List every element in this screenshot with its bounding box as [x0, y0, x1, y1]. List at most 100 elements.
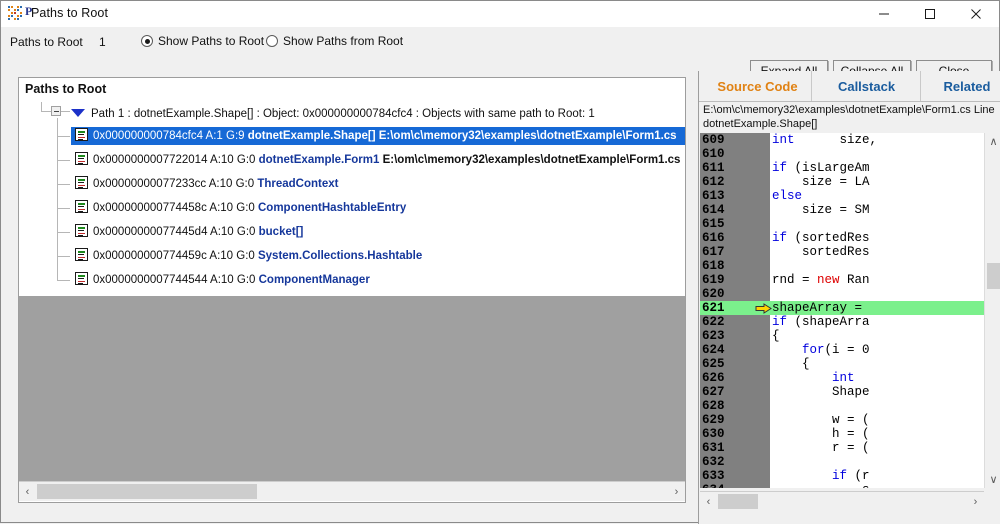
- tree-item-address: 0x0000000007744544 A:10 G:0: [93, 274, 259, 286]
- tree-item-address: 0x0000000007722014 A:10 G:0: [93, 154, 259, 166]
- tree-root-row[interactable]: Path 1 : dotnetExample.Shape[] : Object:…: [71, 105, 595, 123]
- code-line-number: 631: [702, 441, 725, 455]
- code-line: {: [772, 357, 810, 371]
- tree-item[interactable]: 0x000000000774459c A:10 G:0 System.Colle…: [71, 247, 422, 265]
- object-node-icon: [75, 224, 88, 238]
- execution-arrow-icon: [755, 303, 773, 314]
- code-line-number: 619: [702, 273, 725, 287]
- code-line-number: 617: [702, 245, 725, 259]
- tree-item-type: ComponentManager: [258, 274, 370, 286]
- tab-related[interactable]: Related: [922, 71, 1000, 101]
- tree-connector: [57, 208, 70, 209]
- object-node-icon: [75, 272, 88, 286]
- window-controls: [861, 1, 999, 27]
- code-line-number: 612: [702, 175, 725, 189]
- tree-item[interactable]: 0x0000000007722014 A:10 G:0 dotnetExampl…: [71, 151, 680, 169]
- details-panel: Source Code Callstack Related E:\om\c\me…: [698, 71, 1000, 524]
- tree-item-address: 0x000000000774458c A:10 G:0: [93, 202, 258, 214]
- tab-callstack[interactable]: Callstack: [813, 71, 921, 101]
- object-node-icon: [75, 176, 88, 190]
- details-bottom-strip: [699, 511, 1000, 524]
- code-line-number: 629: [702, 413, 725, 427]
- tree-connector: [57, 136, 70, 137]
- toolbar: Paths to Root 1 Show Paths to Root Show …: [1, 27, 999, 82]
- close-icon[interactable]: [953, 1, 999, 27]
- tree-item[interactable]: 0x000000000784cfc4 A:1 G:9 dotnetExample…: [71, 127, 685, 145]
- paths-tree-panel: Paths to Root Path 1 : dotnetExample.Sha…: [18, 77, 686, 503]
- code-line: size = SM: [772, 203, 870, 217]
- tree-view[interactable]: Path 1 : dotnetExample.Shape[] : Object:…: [19, 100, 685, 481]
- tree-item-type: bucket[]: [258, 226, 304, 238]
- minimize-icon[interactable]: [861, 1, 907, 27]
- source-file-path: E:\om\c\memory32\examples\dotnetExample\…: [703, 103, 999, 131]
- code-line-number: 630: [702, 427, 725, 441]
- code-line: if (isLargeAm: [772, 161, 870, 175]
- code-line-number: 621: [702, 301, 725, 315]
- code-line: h = (: [772, 427, 870, 441]
- object-node-icon: [75, 248, 88, 262]
- code-line: if (sortedRes: [772, 231, 870, 245]
- tree-hscrollbar[interactable]: ‹ ›: [19, 481, 685, 501]
- title-bar: P Paths to Root: [1, 1, 999, 28]
- code-line: if (shapeArra: [772, 315, 870, 329]
- code-line-number: 632: [702, 455, 725, 469]
- code-line-number: 615: [702, 217, 725, 231]
- code-line-number: 624: [702, 343, 725, 357]
- tree-item-address: 0x000000000784cfc4 A:1 G:9: [93, 130, 248, 142]
- code-scroll-down-icon[interactable]: ∨: [985, 471, 1000, 488]
- code-line: {: [772, 329, 780, 343]
- code-hscrollbar[interactable]: ‹ ›: [700, 491, 984, 511]
- tree-item-address: 0x00000000077445d4 A:10 G:0: [93, 226, 259, 238]
- code-line: Shape: [772, 385, 870, 399]
- code-hscroll-thumb[interactable]: [718, 494, 758, 509]
- tree-item-source-path: E:\om\c\memory32\examples\dotnetExample\…: [375, 130, 677, 142]
- source-file-type: dotnetExample.Shape[]: [703, 118, 818, 130]
- code-line-number: 628: [702, 399, 725, 413]
- tree-item[interactable]: 0x00000000077445d4 A:10 G:0 bucket[]: [71, 223, 303, 241]
- code-line-number: 616: [702, 231, 725, 245]
- tree-item[interactable]: 0x0000000007744544 A:10 G:0 ComponentMan…: [71, 271, 370, 289]
- tree-item-address: 0x000000000774459c A:10 G:0: [93, 250, 258, 262]
- code-line-number: 614: [702, 203, 725, 217]
- tree-item-type: ThreadContext: [257, 178, 339, 190]
- code-line: w = (: [772, 413, 870, 427]
- tree-root-label: Path 1 : dotnetExample.Shape[] : Object:…: [91, 108, 595, 120]
- code-vscroll-thumb[interactable]: [987, 263, 1000, 289]
- object-node-icon: [75, 200, 88, 214]
- chevron-down-icon[interactable]: [71, 108, 85, 117]
- code-hscroll-right-icon[interactable]: ›: [967, 492, 984, 511]
- object-node-icon: [75, 128, 88, 142]
- source-code-view[interactable]: 609 int size, 610 611 if (isLargeAm 612 size …: [700, 133, 984, 488]
- code-vscrollbar[interactable]: ∧ ∨: [984, 133, 1000, 488]
- radio-show-paths-from-root[interactable]: Show Paths from Root: [266, 34, 403, 48]
- code-line-number: 620: [702, 287, 725, 301]
- code-hscroll-left-icon[interactable]: ‹: [700, 492, 717, 511]
- code-line-number: 623: [702, 329, 725, 343]
- tree-empty-area: [19, 296, 685, 481]
- code-line: rnd = new Ran: [772, 273, 870, 287]
- tree-expander-box[interactable]: [51, 106, 61, 116]
- paths-count: 1: [99, 35, 106, 49]
- tree-item-address: 0x00000000077233cc A:10 G:0: [93, 178, 258, 190]
- tree-hscroll-right-icon[interactable]: ›: [668, 482, 685, 501]
- tab-source-code[interactable]: Source Code: [704, 71, 812, 101]
- code-line: s: [772, 483, 870, 488]
- tree-hscroll-left-icon[interactable]: ‹: [19, 482, 36, 501]
- radio-from-root-label: Show Paths from Root: [283, 34, 404, 48]
- tree-hscroll-thumb[interactable]: [37, 484, 257, 499]
- tree-item-type: dotnetExample.Shape[]: [247, 130, 376, 142]
- pixel-grid-icon: P: [8, 4, 32, 22]
- code-line-number: 633: [702, 469, 725, 483]
- code-line-number: 622: [702, 315, 725, 329]
- code-line-number: 626: [702, 371, 725, 385]
- tree-item-type: ComponentHashtableEntry: [257, 202, 407, 214]
- maximize-icon[interactable]: [907, 1, 953, 27]
- code-scroll-up-icon[interactable]: ∧: [985, 133, 1000, 150]
- code-line: int: [832, 371, 855, 385]
- tree-connector: [57, 256, 70, 257]
- tree-item[interactable]: 0x00000000077233cc A:10 G:0 ThreadContex…: [71, 175, 339, 193]
- code-line-number: 611: [702, 161, 725, 175]
- radio-show-paths-to-root[interactable]: Show Paths to Root: [141, 34, 264, 48]
- tree-item[interactable]: 0x000000000774458c A:10 G:0 ComponentHas…: [71, 199, 406, 217]
- tree-connector: [41, 111, 51, 112]
